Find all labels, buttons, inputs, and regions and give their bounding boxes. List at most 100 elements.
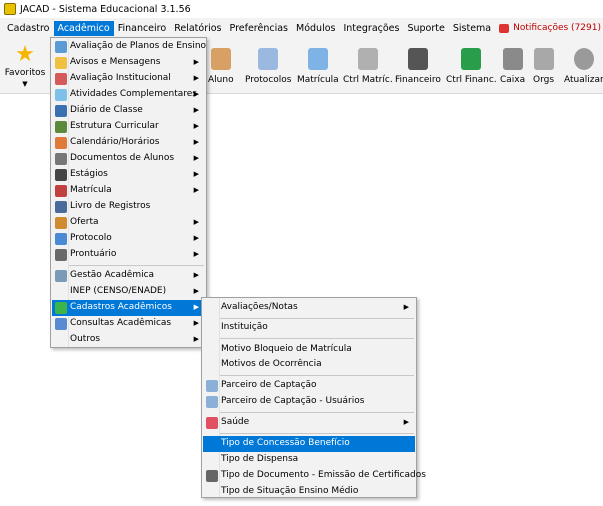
- menu-item-label: Protocolo: [70, 233, 112, 243]
- submenu-item-label: Motivos de Ocorrência: [221, 359, 322, 369]
- menu-cadastro[interactable]: Cadastro: [3, 21, 54, 36]
- submenu-item[interactable]: Instituição: [203, 320, 415, 336]
- menu-item[interactable]: Atividades Complementares ▶: [52, 87, 205, 103]
- add-icon: [55, 302, 67, 314]
- arrow-right-icon: ▶: [193, 271, 199, 279]
- menu-separator: [220, 375, 414, 376]
- menu-item[interactable]: Consultas Acadêmicas ▶: [52, 316, 205, 332]
- menu-item[interactable]: Oferta ▶: [52, 215, 205, 231]
- menu-item-label: Estrutura Curricular: [70, 121, 159, 131]
- arrow-right-icon: ▶: [193, 90, 199, 98]
- submenu-item[interactable]: Parceiro de Captação - Usuários: [203, 394, 415, 410]
- menu-financeiro[interactable]: Financeiro: [114, 21, 171, 36]
- menu-item-label: Outros: [70, 334, 101, 344]
- offer-icon: [55, 217, 67, 229]
- toolbar-label: Aluno: [208, 75, 234, 85]
- menu-item-label: Avaliação Institucional: [70, 73, 171, 83]
- menu-item-label: Oferta: [70, 217, 99, 227]
- submenu-item-label: Tipo de Situação Ensino Médio: [221, 486, 359, 496]
- notifications-link[interactable]: Notificações (7291): [499, 23, 601, 33]
- favoritos-label: Favoritos: [4, 68, 46, 78]
- menu-item[interactable]: Avisos e Mensagens ▶: [52, 55, 205, 71]
- arrow-right-icon: ▶: [193, 218, 199, 226]
- toolbar-orgs[interactable]: Orgs: [533, 38, 554, 94]
- toolbar-ctrl-financ[interactable]: Ctrl Financ.: [446, 38, 497, 94]
- window-title: JACAD - Sistema Educacional 3.1.56: [20, 3, 191, 15]
- menu-item[interactable]: Estrutura Curricular ▶: [52, 119, 205, 135]
- folder-icon: [55, 249, 67, 261]
- enrollment-icon: [307, 48, 328, 70]
- handshake-icon: [206, 396, 218, 408]
- menu-item[interactable]: Outros ▶: [52, 332, 205, 348]
- toolbar-atualizar[interactable]: Atualizar: [564, 38, 603, 94]
- toolbar-label: Matrícula: [297, 75, 339, 85]
- menu-item[interactable]: Diário de Classe ▶: [52, 103, 205, 119]
- menu-item[interactable]: INEP (CENSO/ENADE) ▶: [52, 284, 205, 300]
- menu-item[interactable]: Avaliação de Planos de Ensino: [52, 39, 207, 55]
- menu-item-label: Estágios: [70, 169, 108, 179]
- menu-modulos[interactable]: Módulos: [292, 21, 339, 36]
- submenu-item-label: Avaliações/Notas: [221, 302, 298, 312]
- arrow-right-icon: ▶: [193, 138, 199, 146]
- menu-item[interactable]: Livro de Registros: [52, 199, 205, 215]
- menu-item[interactable]: Documentos de Alunos ▶: [52, 151, 205, 167]
- documents-icon: [55, 153, 67, 165]
- menu-bar: Cadastro Acadêmico Financeiro Relatórios…: [0, 18, 603, 38]
- menu-item-label: Prontuário: [70, 249, 117, 259]
- submenu-item[interactable]: Tipo de Situação Ensino Médio: [203, 484, 415, 500]
- menu-item-label: Matrícula: [70, 185, 112, 195]
- submenu-item-label: Tipo de Dispensa: [221, 454, 299, 464]
- menu-item-label: Livro de Registros: [70, 201, 151, 211]
- enrollment-icon: [55, 185, 67, 197]
- submenu-item[interactable]: Tipo de Documento - Emissão de Certifica…: [203, 468, 426, 484]
- toolbar-label: Orgs: [533, 75, 555, 85]
- menu-integracoes[interactable]: Integrações: [339, 21, 403, 36]
- arrow-right-icon: ▶: [193, 186, 199, 194]
- submenu-item[interactable]: Motivo Bloqueio de Matrícula: [203, 342, 415, 358]
- toolbar-ctrl-matric[interactable]: Ctrl Matríc.: [343, 38, 393, 94]
- submenu-item-tipo-concessao[interactable]: Tipo de Concessão Benefício: [203, 436, 415, 452]
- menu-item-label: Atividades Complementares: [70, 89, 197, 99]
- arrow-right-icon: ▶: [193, 122, 199, 130]
- toolbar-aluno[interactable]: Aluno: [208, 38, 234, 94]
- arrow-right-icon: ▶: [193, 154, 199, 162]
- toolbar-caixa[interactable]: Caixa: [500, 38, 525, 94]
- toolbar-label: Ctrl Financ.: [446, 75, 497, 85]
- submenu-item[interactable]: Avaliações/Notas ▶: [203, 300, 415, 316]
- menu-item-label: Avaliação de Planos de Ensino: [70, 41, 207, 51]
- menu-item-cadastros-academicos[interactable]: Cadastros Acadêmicos ▶: [52, 300, 205, 316]
- handshake-icon: [206, 380, 218, 392]
- menu-item[interactable]: Gestão Acadêmica ▶: [52, 268, 205, 284]
- menu-item[interactable]: Matrícula ▶: [52, 183, 205, 199]
- menu-suporte[interactable]: Suporte: [403, 21, 448, 36]
- menu-academico[interactable]: Acadêmico: [53, 20, 114, 36]
- menu-item-label: Avisos e Mensagens: [70, 57, 161, 67]
- toolbar-protocolos[interactable]: Protocolos: [245, 38, 291, 94]
- tree-icon: [55, 121, 67, 133]
- health-icon: [206, 417, 218, 429]
- menu-item[interactable]: Calendário/Horários ▶: [52, 135, 205, 151]
- submenu-item[interactable]: Tipo de Dispensa: [203, 452, 415, 468]
- menu-sistema[interactable]: Sistema: [449, 21, 495, 36]
- finance-user-icon: [407, 48, 428, 70]
- submenu-item[interactable]: Motivos de Ocorrência: [203, 357, 415, 373]
- arrow-right-icon: ▶: [403, 418, 409, 426]
- toolbar-matricula[interactable]: Matrícula: [297, 38, 339, 94]
- arrow-right-icon: ▶: [193, 170, 199, 178]
- checklist-icon: [55, 41, 67, 53]
- submenu-item[interactable]: Saúde ▶: [203, 415, 415, 431]
- menu-preferencias[interactable]: Preferências: [226, 21, 293, 36]
- menu-item[interactable]: Avaliação Institucional ▶: [52, 71, 205, 87]
- menu-separator: [69, 265, 204, 266]
- toolbar-label: Financeiro: [395, 75, 441, 85]
- favoritos-button[interactable]: ★ Favoritos ▼: [0, 38, 50, 94]
- submenu-item[interactable]: Parceiro de Captação: [203, 378, 415, 394]
- menu-relatorios[interactable]: Relatórios: [170, 21, 225, 36]
- notification-icon: [499, 23, 510, 33]
- toolbar-financeiro[interactable]: Financeiro: [395, 38, 441, 94]
- menu-item-label: Documentos de Alunos: [70, 153, 175, 163]
- arrow-right-icon: ▶: [193, 74, 199, 82]
- menu-item[interactable]: Prontuário ▶: [52, 247, 205, 263]
- menu-item[interactable]: Protocolo ▶: [52, 231, 205, 247]
- menu-item[interactable]: Estágios ▶: [52, 167, 205, 183]
